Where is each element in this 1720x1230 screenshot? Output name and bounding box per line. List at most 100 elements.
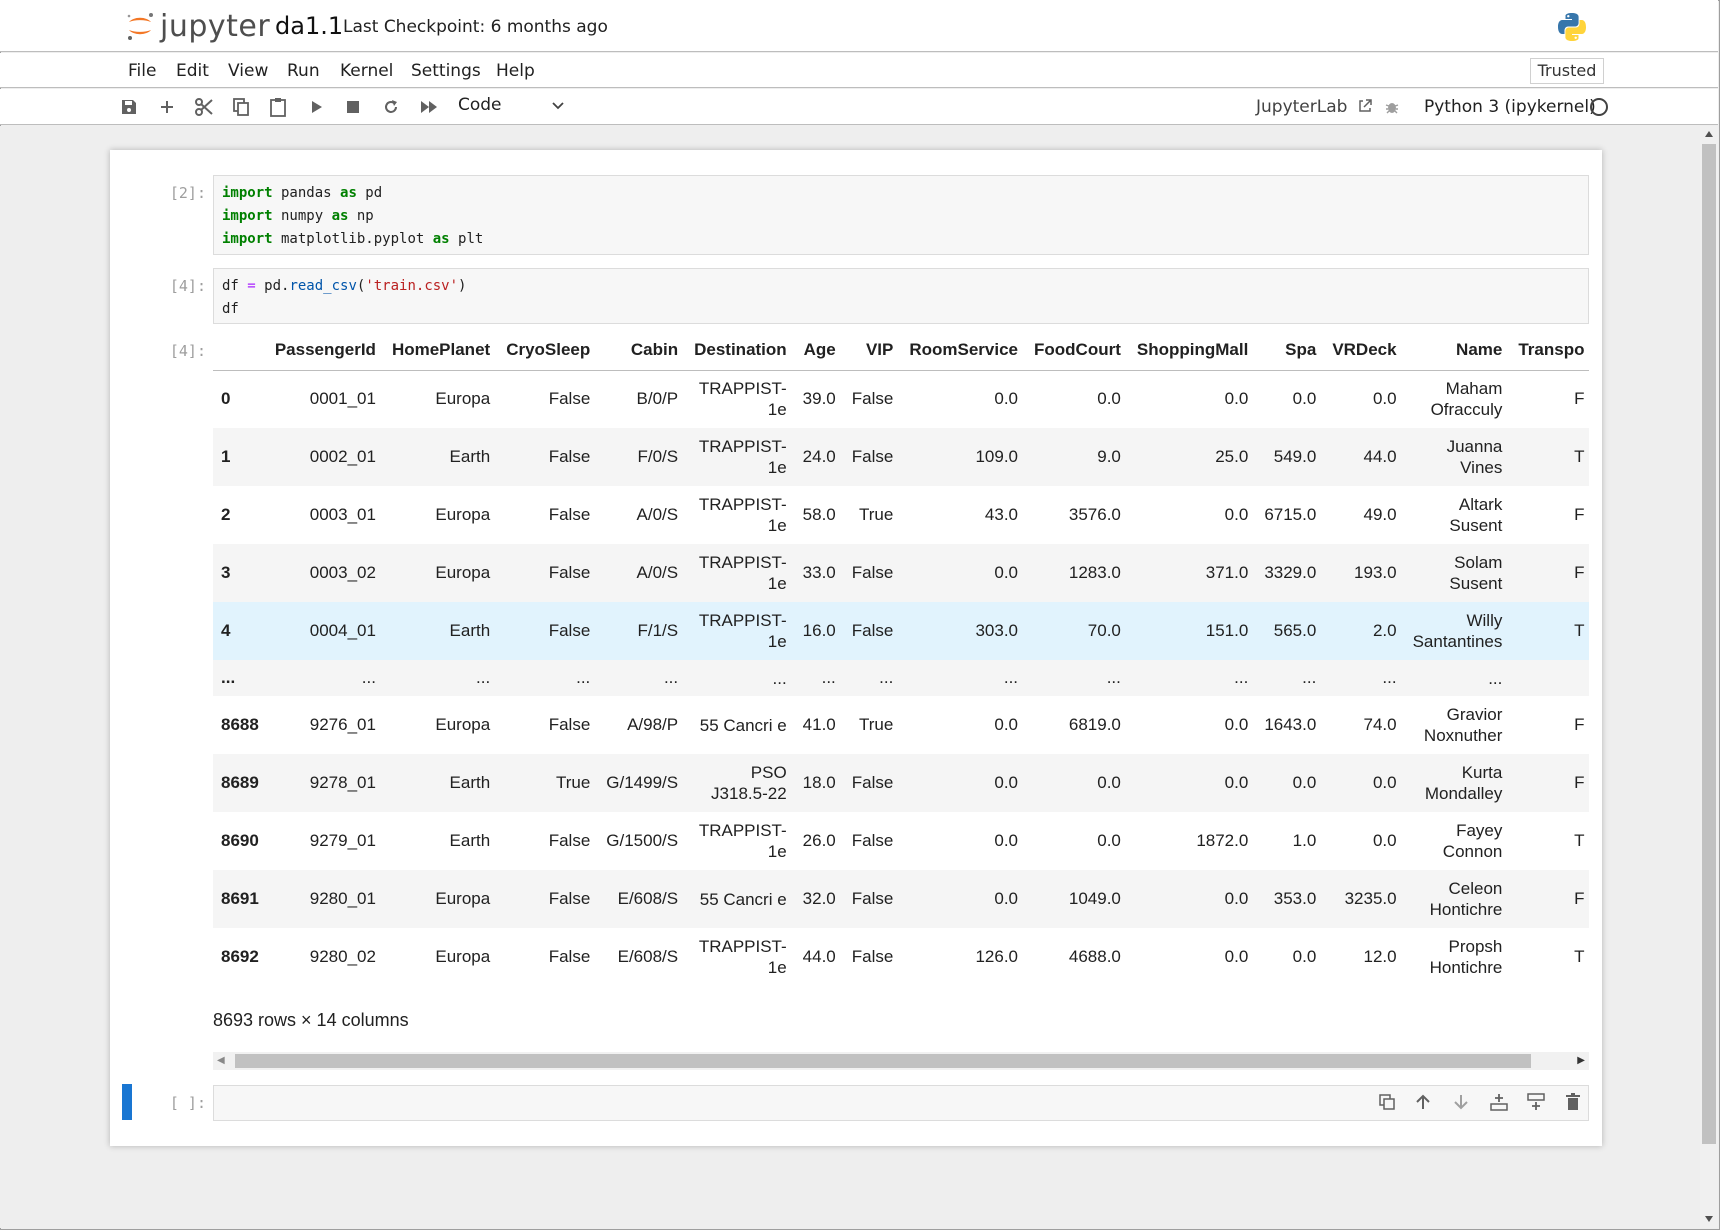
save-icon[interactable] — [117, 95, 141, 119]
move-up-icon[interactable] — [1411, 1090, 1435, 1114]
table-cell: 371.0 — [1205, 563, 1249, 582]
table-cell: 0.0 — [1372, 389, 1397, 409]
code-cell-imports[interactable]: import pandas as pd import numpy as np i… — [213, 175, 1589, 255]
dataframe-output: PassengerId HomePlanet CryoSleep Cabin D… — [213, 330, 1589, 986]
column-header: Cabin — [598, 330, 687, 371]
insert-above-icon[interactable] — [1487, 1090, 1511, 1114]
copy-icon[interactable] — [229, 95, 253, 119]
cell-type-select[interactable]: Code — [458, 95, 570, 119]
row-index: 8691 — [221, 889, 259, 908]
horizontal-scrollbar[interactable]: ◀ ▶ — [213, 1052, 1589, 1070]
table-cell: 1283.0 — [1068, 563, 1121, 582]
delete-icon[interactable] — [1561, 1090, 1585, 1114]
table-cell: 0.0 — [994, 715, 1019, 734]
column-header: Spa — [1256, 330, 1325, 371]
move-down-icon[interactable] — [1449, 1090, 1473, 1114]
table-cell: 0.0 — [1292, 947, 1317, 966]
logo-text: jupyter — [160, 8, 271, 44]
table-cell: G/1499/S — [606, 773, 679, 792]
row-index: 8690 — [221, 831, 259, 850]
code-cell-read-csv[interactable]: df = pd.read_csv('train.csv') df — [213, 268, 1589, 324]
table-cell: F — [1574, 563, 1585, 582]
fast-forward-icon[interactable] — [417, 95, 441, 119]
scroll-right-icon[interactable]: ▶ — [1577, 1055, 1585, 1066]
scroll-down-icon[interactable] — [1705, 1216, 1713, 1222]
table-cell: 0.0 — [1224, 947, 1249, 966]
table-cell: 2.0 — [1372, 621, 1397, 640]
stop-icon[interactable] — [341, 95, 365, 119]
debugger-icon[interactable] — [1384, 99, 1400, 115]
insert-below-icon[interactable] — [1524, 1090, 1548, 1114]
table-cell: 353.0 — [1273, 889, 1317, 908]
column-header: CryoSleep — [498, 330, 599, 371]
table-cell: False — [548, 889, 591, 908]
paste-icon[interactable] — [266, 95, 290, 119]
table-cell: 0.0 — [1097, 773, 1121, 792]
menu-kernel[interactable]: Kernel — [340, 61, 393, 81]
table-cell: 303.0 — [975, 621, 1019, 640]
table-cell: 565.0 — [1273, 621, 1317, 640]
table-cell: 0.0 — [1097, 831, 1121, 850]
table-cell: 1.0 — [1292, 831, 1317, 850]
dataframe-summary: 8693 rows × 14 columns — [213, 1010, 409, 1030]
table-cell: ... — [1106, 668, 1121, 687]
table-cell: 74.0 — [1363, 715, 1397, 734]
vertical-scrollbar[interactable] — [1700, 126, 1718, 1228]
kernel-status-icon — [1590, 98, 1608, 116]
cut-icon[interactable] — [192, 95, 216, 119]
table-row: 1 0002_01 Earth False F/0/S TRAPPIST-1e 24.0 Fa… — [213, 428, 1589, 486]
column-header: HomePlanet — [383, 330, 499, 371]
table-cell: 0.0 — [1097, 389, 1121, 409]
notebook-title[interactable]: da1.1 — [275, 12, 343, 40]
table-cell: 26.0 — [802, 831, 836, 850]
kernel-name[interactable]: Python 3 (ipykernel) — [1424, 97, 1596, 117]
table-cell: 3576.0 — [1068, 505, 1121, 524]
cell-type-value: Code — [458, 95, 502, 115]
table-cell: A/0/S — [636, 563, 679, 582]
table-cell: ... — [476, 668, 491, 687]
scroll-left-icon[interactable]: ◀ — [217, 1055, 225, 1066]
table-cell: Earth — [449, 447, 491, 466]
table-cell: Europa — [435, 389, 491, 409]
jupyterlab-link[interactable]: JupyterLab — [1256, 97, 1373, 117]
table-cell: PSO J318.5-22 — [711, 763, 787, 803]
menu-help[interactable]: Help — [496, 61, 535, 81]
table-cell: Europa — [435, 563, 491, 582]
active-cell-indicator — [122, 1084, 132, 1120]
menu-file[interactable]: File — [128, 61, 156, 81]
table-cell: 0002_01 — [309, 447, 376, 466]
horizontal-scrollbar-thumb[interactable] — [235, 1054, 1531, 1068]
chevron-down-icon — [552, 102, 564, 110]
table-cell: Solam Susent — [1449, 553, 1503, 593]
add-icon[interactable] — [155, 95, 179, 119]
table-cell: 3235.0 — [1344, 889, 1397, 908]
table-cell: TRAPPIST-1e — [698, 553, 787, 593]
table-cell: 9280_02 — [309, 947, 376, 966]
table-cell: Juanna Vines — [1446, 437, 1503, 477]
vertical-scrollbar-thumb[interactable] — [1702, 144, 1716, 1144]
table-cell: 9280_01 — [309, 889, 376, 908]
column-header: Transpo — [1510, 330, 1589, 371]
table-row: 8691 9280_01 Europa False E/608/S 55 Cancri e… — [213, 870, 1589, 928]
duplicate-icon[interactable] — [1375, 1090, 1399, 1114]
menu-settings[interactable]: Settings — [411, 61, 481, 81]
table-cell: False — [851, 389, 894, 409]
table-cell: Celeon Hontichre — [1429, 879, 1503, 919]
table-cell: 4688.0 — [1068, 947, 1121, 966]
menu-view[interactable]: View — [228, 61, 268, 81]
menu-run[interactable]: Run — [287, 61, 320, 81]
table-row: 8692 9280_02 Europa False E/608/S TRAPPIST-1e… — [213, 928, 1589, 986]
scroll-up-icon[interactable] — [1705, 131, 1713, 137]
output-prompt: [4]: — [169, 342, 206, 360]
jupyterlab-label: JupyterLab — [1256, 97, 1348, 117]
table-cell: 55 Cancri e — [699, 715, 787, 735]
table-cell: 25.0 — [1215, 447, 1249, 466]
menu-edit[interactable]: Edit — [176, 61, 209, 81]
jupyter-logo[interactable]: jupyter — [124, 8, 270, 44]
jupyter-logo-icon — [127, 13, 153, 40]
restart-icon[interactable] — [379, 95, 403, 119]
trusted-indicator[interactable]: Trusted — [1530, 58, 1604, 84]
run-icon[interactable] — [304, 95, 328, 119]
table-cell: False — [851, 947, 894, 966]
column-header: RoomService — [901, 330, 1027, 371]
